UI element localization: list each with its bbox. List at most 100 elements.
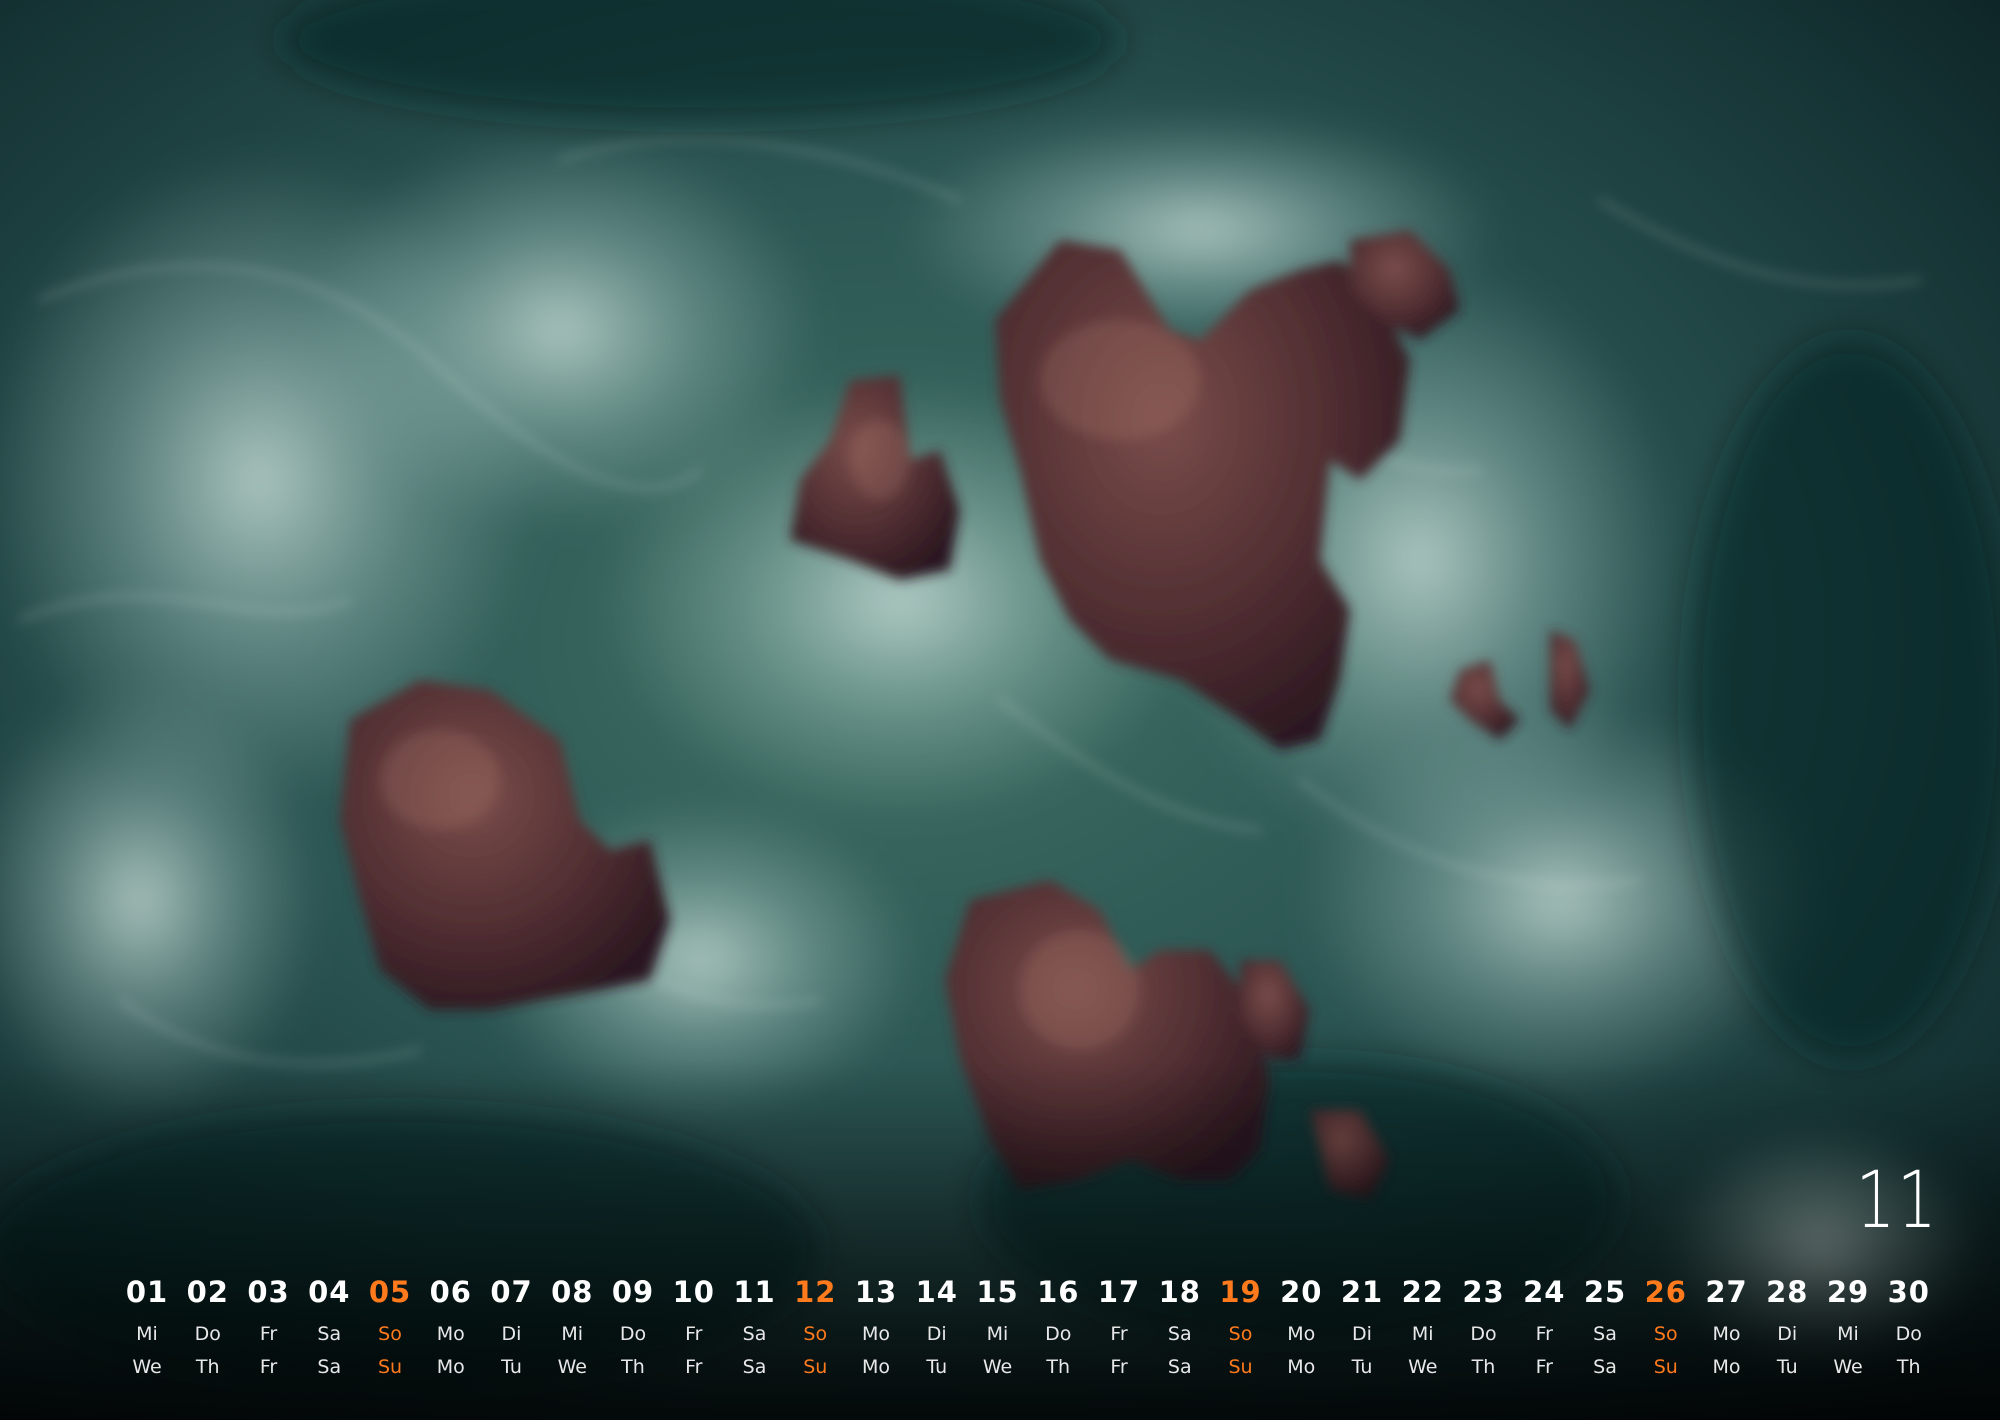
weekday-english: Sa	[1593, 1356, 1617, 1378]
day-number: 18	[1158, 1275, 1201, 1309]
weekday-german: Mo	[436, 1323, 465, 1345]
weekday-english: Mo	[1712, 1356, 1741, 1378]
day-number: 04	[308, 1275, 351, 1309]
calendar-day: 06 Mo Mo	[422, 1274, 480, 1394]
calendar-day: 11 Sa Sa	[726, 1274, 784, 1394]
day-number: 16	[1037, 1275, 1080, 1309]
calendar-day: 08 Mi We	[543, 1274, 601, 1394]
weekday-english: Tu	[501, 1356, 522, 1378]
weekday-german: Do	[619, 1323, 647, 1345]
weekday-english: Mo	[1287, 1356, 1316, 1378]
weekday-german: Di	[926, 1323, 947, 1345]
weekday-english: Tu	[1776, 1356, 1798, 1378]
weekday-english: Th	[1046, 1356, 1071, 1378]
weekday-german: Sa	[1593, 1323, 1617, 1345]
day-number: 15	[976, 1275, 1019, 1309]
day-number: 13	[854, 1275, 898, 1309]
day-number: 07	[490, 1275, 533, 1309]
weekday-english: We	[1833, 1356, 1863, 1378]
weekday-english: Fr	[1110, 1356, 1128, 1378]
day-number: 23	[1462, 1275, 1505, 1309]
weekday-german: So	[1228, 1323, 1253, 1345]
weekday-english: Su	[1228, 1356, 1253, 1378]
weekday-german: Do	[1045, 1323, 1072, 1345]
calendar-day: 14 Di Tu	[908, 1274, 966, 1394]
calendar-day: 02 Do Th	[179, 1274, 237, 1394]
day-number: 28	[1766, 1275, 1809, 1309]
calendar-day: 24 Fr Fr	[1515, 1274, 1573, 1394]
weekday-german: Mi	[1837, 1323, 1859, 1345]
calendar-day: 29 Mi We	[1819, 1274, 1877, 1394]
calendar-day: 09 Do Th	[604, 1274, 662, 1394]
calendar-day: 03 Fr Fr	[240, 1274, 298, 1394]
weekday-german: So	[1653, 1323, 1678, 1345]
weekday-german: Mo	[861, 1323, 891, 1345]
calendar-day: 23 Do Th	[1455, 1274, 1513, 1394]
calendar-day: 04 Sa Sa	[300, 1274, 358, 1394]
day-number: 14	[915, 1275, 958, 1309]
day-number: 26	[1644, 1275, 1687, 1309]
weekday-german: Di	[1777, 1323, 1798, 1345]
calendar-day: 18 Sa Sa	[1151, 1274, 1209, 1394]
weekday-english: Su	[377, 1356, 403, 1378]
weekday-english: Mo	[436, 1356, 465, 1378]
weekday-german: So	[378, 1323, 402, 1345]
weekday-german: Mi	[136, 1323, 158, 1345]
calendar-day: 10 Fr Fr	[665, 1274, 723, 1394]
weekday-german: Do	[1470, 1323, 1497, 1345]
day-number: 08	[551, 1275, 594, 1309]
weekday-english: Fr	[1535, 1356, 1553, 1378]
calendar-day: 20 Mo Mo	[1272, 1274, 1330, 1394]
weekday-german: Di	[1352, 1323, 1372, 1345]
weekday-german: Fr	[685, 1323, 703, 1345]
calendar-day: 16 Do Th	[1029, 1274, 1087, 1394]
weekday-german: Do	[194, 1323, 221, 1345]
weekday-english: Th	[1896, 1356, 1921, 1378]
day-number: 20	[1280, 1275, 1323, 1309]
weekday-german: Sa	[742, 1323, 767, 1345]
calendar-day: 28 Di Tu	[1758, 1274, 1816, 1394]
day-number: 11	[733, 1275, 776, 1309]
calendar-day: 12 So Su	[786, 1274, 844, 1394]
weekday-english: Mo	[861, 1356, 891, 1378]
weekday-german: Mo	[1712, 1323, 1741, 1345]
day-number: 12	[794, 1275, 837, 1309]
day-number: 17	[1097, 1275, 1141, 1309]
day-number: 21	[1340, 1275, 1384, 1309]
day-number: 27	[1705, 1275, 1748, 1309]
weekday-german: Sa	[1167, 1323, 1192, 1345]
weekday-german: So	[803, 1323, 828, 1345]
weekday-german: Mi	[986, 1323, 1009, 1345]
weekday-english: Fr	[685, 1356, 703, 1378]
day-number: 05	[368, 1275, 412, 1309]
calendar-day: 22 Mi We	[1394, 1274, 1452, 1394]
weekday-german: Sa	[317, 1323, 342, 1345]
weekday-german: Fr	[1110, 1323, 1128, 1345]
calendar-day: 26 So Su	[1637, 1274, 1695, 1394]
calendar-day: 01 Mi We	[118, 1274, 176, 1394]
weekday-german: Di	[501, 1323, 522, 1345]
weekday-english: Tu	[926, 1356, 948, 1378]
day-number: 22	[1401, 1275, 1444, 1309]
month-number: 11	[1855, 1156, 1938, 1246]
day-number: 03	[247, 1275, 290, 1309]
weekday-english: We	[132, 1356, 162, 1378]
day-number: 19	[1219, 1275, 1262, 1309]
day-number: 09	[611, 1275, 655, 1309]
weekday-english: Su	[803, 1356, 828, 1378]
weekday-english: Th	[195, 1356, 220, 1378]
calendar-day: 19 So Su	[1212, 1274, 1270, 1394]
calendar-day: 13 Mo Mo	[847, 1274, 905, 1394]
day-number: 30	[1887, 1275, 1930, 1309]
weekday-english: Th	[621, 1356, 645, 1378]
calendar-strip: 01 Mi We 02 Do Th 03 Fr Fr 04 Sa Sa 05 So Su 06 Mo Mo 07 Di…	[118, 1274, 1938, 1394]
weekday-english: Tu	[1351, 1356, 1373, 1378]
calendar-day: 15 Mi We	[969, 1274, 1027, 1394]
day-number: 06	[429, 1275, 472, 1309]
weekday-english: We	[557, 1356, 587, 1378]
calendar-day: 21 Di Tu	[1333, 1274, 1391, 1394]
weekday-english: We	[1408, 1356, 1438, 1378]
weekday-english: Fr	[259, 1356, 278, 1378]
weekday-german: Mi	[561, 1323, 584, 1345]
day-number: 24	[1523, 1275, 1566, 1309]
